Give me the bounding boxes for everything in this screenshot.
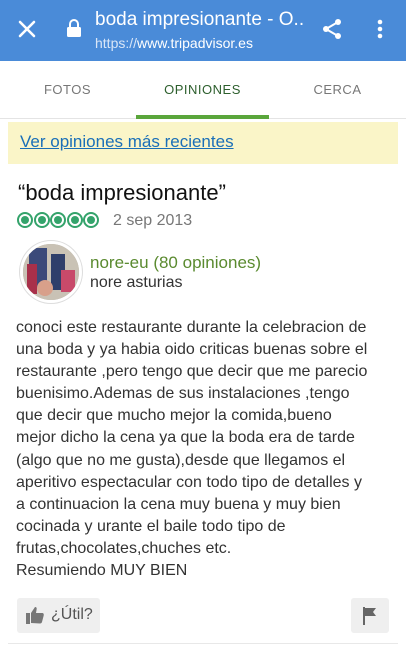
thumbs-up-icon [26, 607, 44, 624]
more-vertical-icon[interactable] [372, 17, 388, 41]
review-line: frutas,chocolates,chuches etc. [16, 539, 232, 557]
review-line: a continuacion la cena muy buena y muy b… [16, 495, 341, 513]
review-date: 2 sep 2013 [113, 212, 193, 229]
review-line: cocinada y urante el baile todo tipo de [16, 517, 286, 535]
browser-toolbar: boda impresionante - O... https://www.tr… [0, 0, 406, 61]
review-line: aperitivo espectacular con todo tipo de … [16, 473, 362, 491]
avatar[interactable] [20, 241, 82, 303]
review-line: una boda y ya habia oido criticas buenas… [16, 341, 368, 359]
review-line: (algo que no me gusta),desde que llegamo… [16, 451, 346, 469]
page-title: boda impresionante - O... [95, 9, 305, 30]
review-line: mejor dicho la cena ya que la boda era d… [16, 429, 355, 447]
rating-bubble-icon [17, 212, 33, 228]
rating-bubble-icon [66, 212, 83, 228]
tab-label: OPINIONES [164, 82, 241, 97]
helpful-button[interactable]: ¿Útil? [17, 598, 100, 633]
review-line: conoci este restaurante durante la celeb… [16, 319, 367, 336]
helpful-label: ¿Útil? [51, 606, 93, 623]
rating-bubble-icon [50, 212, 66, 228]
share-icon[interactable] [320, 17, 344, 41]
rating-bubble-icon [83, 212, 99, 228]
divider [8, 643, 398, 644]
flag-icon [363, 607, 376, 625]
tab-cerca[interactable]: CERCA [270, 61, 405, 119]
close-icon[interactable] [15, 17, 39, 41]
lock-icon [67, 19, 81, 37]
rating-bubble-icon [33, 212, 50, 228]
url-host: www.tripadvisor.es [137, 35, 253, 51]
review-line: restaurante ,pero tengo que decir que me… [16, 363, 368, 381]
review-line: Resumiendo MUY BIEN [16, 562, 188, 580]
reviewer-location: nore asturias [90, 274, 183, 291]
review-text: conoci este restaurante durante la celeb… [16, 317, 394, 582]
tab-bar: FOTOS OPINIONES CERCA [0, 61, 406, 119]
page-url: https://www.tripadvisor.es [95, 35, 253, 51]
recent-reviews-link[interactable]: Ver opiniones más recientes [20, 132, 234, 152]
recent-reviews-banner: Ver opiniones más recientes [8, 122, 398, 164]
tab-label: FOTOS [43, 82, 92, 97]
review-line: que decir que mucho mejor la comida,buen… [16, 407, 332, 425]
url-scheme: https:// [95, 35, 138, 51]
tab-opiniones[interactable]: OPINIONES [135, 61, 270, 119]
reviewer-name[interactable]: nore-eu (80 opiniones) [90, 253, 261, 273]
avatar-image [23, 244, 79, 300]
tab-label: CERCA [313, 82, 362, 97]
review-line: buenisimo.Ademas de sus instalaciones ,t… [16, 385, 350, 403]
active-tab-indicator [136, 115, 269, 119]
review-title: “boda impresionante” [18, 180, 226, 205]
tab-fotos[interactable]: FOTOS [0, 61, 135, 119]
report-button[interactable] [351, 598, 389, 633]
